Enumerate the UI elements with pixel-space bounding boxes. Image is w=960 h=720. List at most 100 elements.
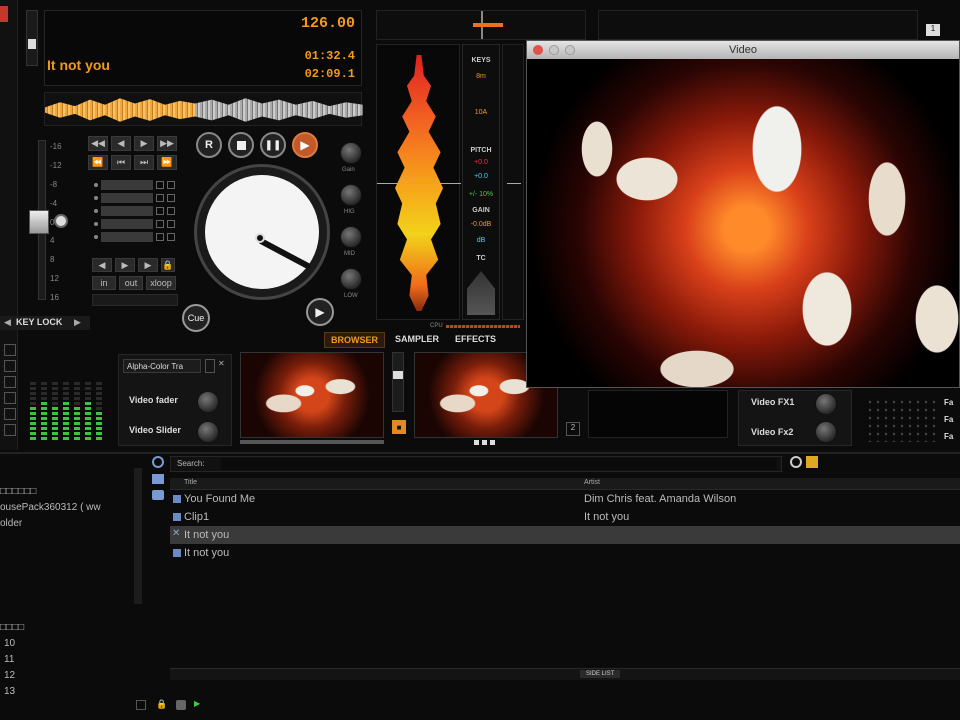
search-icon[interactable] xyxy=(152,456,164,468)
jog-wheel[interactable] xyxy=(194,164,330,300)
side-button[interactable] xyxy=(4,392,16,404)
video-fader-knob[interactable] xyxy=(197,391,219,413)
stop-button[interactable] xyxy=(228,132,254,158)
hotcue-row[interactable] xyxy=(94,180,176,190)
pause-button[interactable]: ❚❚ xyxy=(260,132,286,158)
search-input[interactable] xyxy=(221,458,777,470)
key-lock-left-arrow[interactable]: ◀ xyxy=(4,317,11,328)
loop-play-button[interactable]: ▶ xyxy=(115,258,135,272)
video-window-titlebar[interactable]: Video xyxy=(527,41,959,59)
prev-button[interactable]: ◀ xyxy=(111,136,131,151)
side-button[interactable] xyxy=(4,344,16,356)
side-button[interactable] xyxy=(4,408,16,420)
high-knob[interactable] xyxy=(340,184,362,206)
side-button[interactable] xyxy=(4,424,16,436)
skip-forward-button[interactable]: ▶▶ xyxy=(157,136,177,151)
fast-forward-button[interactable]: ⏩ xyxy=(157,155,177,170)
folder-item[interactable]: ousePack360312 ( ww xyxy=(0,502,101,513)
folder-item[interactable]: □□□□ xyxy=(0,622,24,633)
loop-size-row[interactable] xyxy=(92,294,178,306)
crossfader-vertical[interactable] xyxy=(392,352,404,412)
video-preview-left[interactable] xyxy=(240,352,384,438)
lock-status-icon[interactable]: 🔒 xyxy=(156,699,167,710)
side-button[interactable] xyxy=(4,376,16,388)
loop-grow-button[interactable]: ▶ xyxy=(138,258,158,272)
sync-play-button[interactable]: ▶ xyxy=(306,298,334,326)
gain-knob[interactable] xyxy=(340,142,362,164)
right-waveform-strip[interactable] xyxy=(502,44,524,320)
skip-back-button[interactable]: ◀◀ xyxy=(88,136,108,151)
video-fx1-knob[interactable] xyxy=(815,393,837,415)
hotcue-row[interactable] xyxy=(94,232,176,242)
top-scroll-waveform[interactable] xyxy=(376,10,586,40)
pitch-fader-handle[interactable] xyxy=(29,210,49,234)
time-remaining: 02:09.1 xyxy=(304,67,355,81)
folder-item[interactable]: older xyxy=(0,518,22,529)
folder-item[interactable]: 11 xyxy=(4,654,14,665)
folder-add-icon[interactable] xyxy=(806,456,818,468)
table-row[interactable]: It not you xyxy=(170,544,960,562)
loop-out-button[interactable]: out xyxy=(119,276,143,290)
cue-button[interactable]: Cue xyxy=(182,304,210,332)
status-square-icon[interactable] xyxy=(136,700,146,710)
video-preview-empty[interactable] xyxy=(588,390,728,438)
round-buttons: R ❚❚ ▶ xyxy=(196,132,326,160)
side-list-button[interactable]: SIDE LIST xyxy=(580,670,621,678)
column-title[interactable]: Title xyxy=(184,479,197,486)
eq-knobs: Gain HIG MID LOW xyxy=(336,140,366,310)
table-row[interactable]: You Found Me Dim Chris feat. Amanda Wils… xyxy=(170,490,960,508)
play-button[interactable]: ▶ xyxy=(292,132,318,158)
next-button[interactable]: ▶ xyxy=(134,136,154,151)
column-artist[interactable]: Artist xyxy=(584,479,600,486)
record-icon[interactable] xyxy=(0,6,8,22)
lock-icon[interactable]: 🔒 xyxy=(161,258,175,272)
video-fx2-knob[interactable] xyxy=(815,421,837,443)
search-options-icon[interactable] xyxy=(790,456,802,468)
tab-browser[interactable]: BROWSER xyxy=(324,332,385,348)
waveform-overview[interactable] xyxy=(44,92,363,126)
key-lock-label[interactable]: KEY LOCK xyxy=(16,317,62,327)
transition-options-button[interactable] xyxy=(205,359,215,373)
record-button[interactable]: R xyxy=(196,132,222,158)
low-knob[interactable] xyxy=(340,268,362,290)
hotcue-row[interactable] xyxy=(94,219,176,229)
tab-sampler[interactable]: SAMPLER xyxy=(389,332,445,348)
pitch-tick: -4 xyxy=(50,198,58,208)
bottom-status-bar: 🔒 ▶ xyxy=(0,696,960,720)
back-button[interactable]: ⏮ xyxy=(111,155,131,170)
pitch-fader-top[interactable] xyxy=(26,10,38,66)
transition-close-icon[interactable]: ✕ xyxy=(218,359,229,373)
deck-two-number[interactable]: 2 xyxy=(566,422,580,436)
hotcue-row[interactable] xyxy=(94,193,176,203)
loop-in-button[interactable]: in xyxy=(92,276,116,290)
disk-icon[interactable] xyxy=(176,700,186,710)
db-label: dB xyxy=(476,237,486,244)
video-window[interactable]: Video xyxy=(526,40,960,388)
deck-one-indicator[interactable]: ■ xyxy=(392,420,406,434)
folder-item[interactable]: □□□□□□ xyxy=(0,486,36,497)
table-row[interactable]: Clip1 It not you xyxy=(170,508,960,526)
folder-item[interactable]: 10 xyxy=(4,638,15,649)
mid-knob[interactable] xyxy=(340,226,362,248)
folder-scrollbar[interactable] xyxy=(134,468,142,604)
history-icon[interactable] xyxy=(152,490,164,500)
tab-effects[interactable]: EFFECTS xyxy=(449,332,502,348)
right-deck-number[interactable]: 1 xyxy=(926,24,940,36)
hotcue-row[interactable] xyxy=(94,206,176,216)
playlist-icon[interactable] xyxy=(152,474,164,484)
vertical-waveform[interactable] xyxy=(376,44,461,320)
loop-shrink-button[interactable]: ◀ xyxy=(92,258,112,272)
vu-column xyxy=(41,382,47,440)
key-lock-right-arrow[interactable]: ▶ xyxy=(74,317,81,328)
rewind-button[interactable]: ⏪ xyxy=(88,155,108,170)
table-row[interactable]: ✕ It not you xyxy=(170,526,960,544)
play-status-icon[interactable]: ▶ xyxy=(194,699,200,708)
folder-item[interactable]: 12 xyxy=(4,670,15,681)
forward-button[interactable]: ⏭ xyxy=(134,155,154,170)
xloop-button[interactable]: xloop xyxy=(146,276,176,290)
transition-select[interactable]: Alpha-Color Tra xyxy=(123,359,201,373)
bpm-display: 126.00 xyxy=(300,15,355,32)
video-slider-knob[interactable] xyxy=(197,421,219,443)
right-side-labels: Fa Fa Fa xyxy=(944,398,960,446)
side-button[interactable] xyxy=(4,360,16,372)
